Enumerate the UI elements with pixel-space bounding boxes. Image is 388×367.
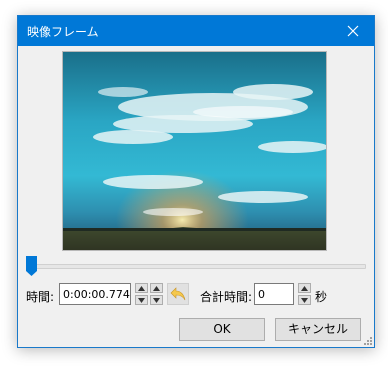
title-bar[interactable]: 映像フレーム — [18, 16, 374, 46]
down-arrow-icon[interactable] — [135, 295, 148, 305]
time-spin-right[interactable] — [150, 283, 163, 305]
total-time-spin[interactable] — [298, 283, 311, 305]
total-time-input[interactable]: 0 — [254, 283, 294, 305]
time-label: 時間: — [26, 290, 55, 304]
cancel-button[interactable]: キャンセル — [275, 318, 361, 341]
down-arrow-icon[interactable] — [150, 295, 163, 305]
window-title: 映像フレーム — [27, 25, 99, 39]
slider-thumb[interactable] — [26, 256, 37, 276]
up-arrow-icon[interactable] — [135, 283, 148, 293]
time-slider[interactable] — [26, 256, 366, 278]
time-input[interactable]: 0:00:00.774 — [59, 283, 131, 305]
slider-track[interactable] — [30, 264, 366, 269]
time-spin-left[interactable] — [135, 283, 148, 305]
ok-button[interactable]: OK — [179, 318, 265, 341]
frame-preview-image — [62, 51, 327, 251]
undo-arrow-icon — [170, 287, 186, 301]
up-arrow-icon[interactable] — [150, 283, 163, 293]
total-time-label: 合計時間: — [200, 290, 253, 304]
resize-grip-icon[interactable] — [362, 335, 372, 345]
video-frame-dialog: 映像フレーム 時間: 0:00:00.774 合計時間: 0 秒 OK キャンセ… — [17, 15, 375, 348]
close-button[interactable] — [332, 16, 374, 46]
down-arrow-icon[interactable] — [298, 295, 311, 305]
undo-button[interactable] — [167, 283, 189, 305]
up-arrow-icon[interactable] — [298, 283, 311, 293]
close-icon — [347, 25, 359, 37]
time-controls: 時間: 0:00:00.774 合計時間: 0 秒 — [18, 283, 374, 307]
seconds-unit-label: 秒 — [315, 290, 328, 304]
